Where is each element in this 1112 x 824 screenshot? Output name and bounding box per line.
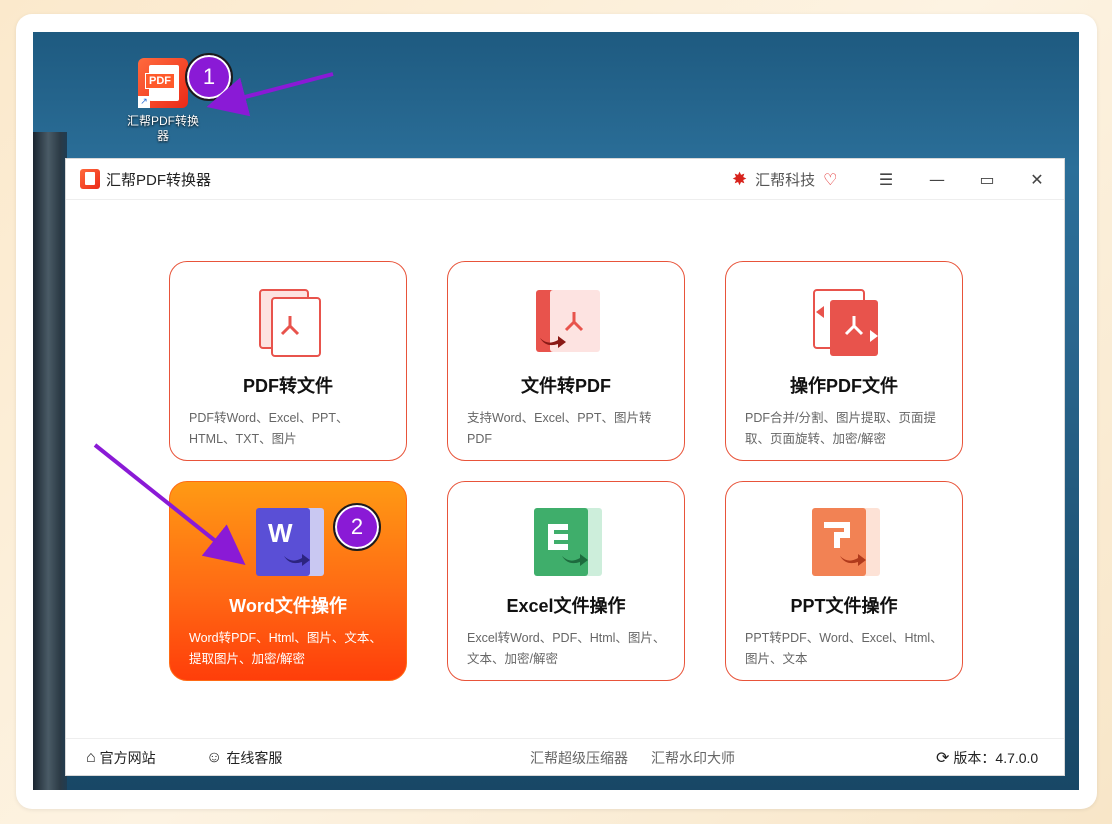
window-title: 汇帮PDF转换器: [106, 171, 212, 189]
pdf-app-icon: PDF ↗: [138, 58, 188, 108]
card-operate-pdf[interactable]: 操作PDF文件 PDF合并/分割、图片提取、页面提取、页面旋转、加密/解密: [725, 261, 963, 461]
step-badge-2: 2: [333, 503, 381, 551]
vip-heart-icon[interactable]: ♡: [823, 170, 837, 190]
headset-icon: ☺: [206, 749, 223, 766]
title-bar: 汇帮PDF转换器: [66, 159, 1064, 200]
maximize-icon[interactable]: ▭: [973, 167, 1001, 191]
card-title: Word文件操作: [229, 596, 347, 616]
card-desc: Excel转Word、PDF、Html、图片、文本、加密/解密: [467, 631, 666, 666]
online-support-link[interactable]: ☺ 在线客服: [206, 748, 282, 768]
footer-bar: ⌂ 官方网站 ☺ 在线客服 汇帮超级压缩器 汇帮水印大师 ⟳ 版本：4.7.0.…: [66, 738, 1064, 775]
card-ppt-operations[interactable]: PPT文件操作 PPT转PDF、Word、Excel、Html、图片、文本: [725, 481, 963, 681]
card-title: 操作PDF文件: [790, 376, 898, 396]
card-title: PDF转文件: [243, 376, 333, 396]
brand-area[interactable]: ✸ 汇帮科技 ♡: [732, 169, 837, 190]
file-to-pdf-icon: [536, 290, 600, 352]
version-info[interactable]: ⟳ 版本：4.7.0.0: [936, 748, 1038, 768]
svg-text:W: W: [268, 518, 293, 548]
watermark-link[interactable]: 汇帮水印大师: [651, 748, 735, 768]
operate-pdf-icon: [813, 289, 878, 356]
menu-icon[interactable]: ☰: [872, 167, 900, 191]
app-window: 汇帮PDF转换器 ✸ 汇帮科技 ♡ ☰ — ▭ ✕ PDF转文件 PDF转Wor…: [65, 158, 1065, 776]
card-desc: Word转PDF、Html、图片、文本、提取图片、加密/解密: [189, 631, 382, 666]
excel-file-icon: [534, 508, 602, 576]
desktop-shortcut-label: 汇帮PDF转换器: [126, 114, 199, 143]
card-desc: PPT转PDF、Word、Excel、Html、图片、文本: [745, 631, 943, 666]
ppt-file-icon: [812, 508, 880, 576]
card-pdf-to-file[interactable]: PDF转文件 PDF转Word、Excel、PPT、HTML、TXT、图片: [169, 261, 407, 461]
close-icon[interactable]: ✕: [1023, 167, 1051, 191]
card-excel-operations[interactable]: Excel文件操作 Excel转Word、PDF、Html、图片、文本、加密/解…: [447, 481, 685, 681]
minimize-icon[interactable]: —: [923, 167, 951, 191]
compressor-link[interactable]: 汇帮超级压缩器: [530, 748, 628, 768]
card-desc: PDF转Word、Excel、PPT、HTML、TXT、图片: [189, 411, 349, 446]
desktop-wallpaper-rock: [33, 132, 67, 790]
card-file-to-pdf[interactable]: 文件转PDF 支持Word、Excel、PPT、图片转PDF: [447, 261, 685, 461]
card-desc: 支持Word、Excel、PPT、图片转PDF: [467, 411, 652, 446]
card-title: 文件转PDF: [521, 376, 611, 396]
pdf-badge-text: PDF: [145, 73, 175, 89]
app-logo-icon: [80, 169, 100, 189]
card-title: PPT文件操作: [790, 596, 898, 616]
word-file-icon: W: [256, 508, 324, 576]
card-title: Excel文件操作: [506, 596, 626, 616]
refresh-icon: ⟳: [936, 750, 950, 767]
official-website-link[interactable]: ⌂ 官方网站: [86, 748, 156, 768]
card-desc: PDF合并/分割、图片提取、页面提取、页面旋转、加密/解密: [745, 411, 936, 446]
brand-name: 汇帮科技: [755, 172, 816, 189]
home-icon: ⌂: [86, 749, 96, 766]
shortcut-arrow-icon: ↗: [138, 96, 150, 108]
pdf-to-file-icon: [259, 289, 321, 357]
brand-logo-icon: ✸: [732, 169, 748, 189]
step-badge-1: 1: [185, 53, 233, 101]
